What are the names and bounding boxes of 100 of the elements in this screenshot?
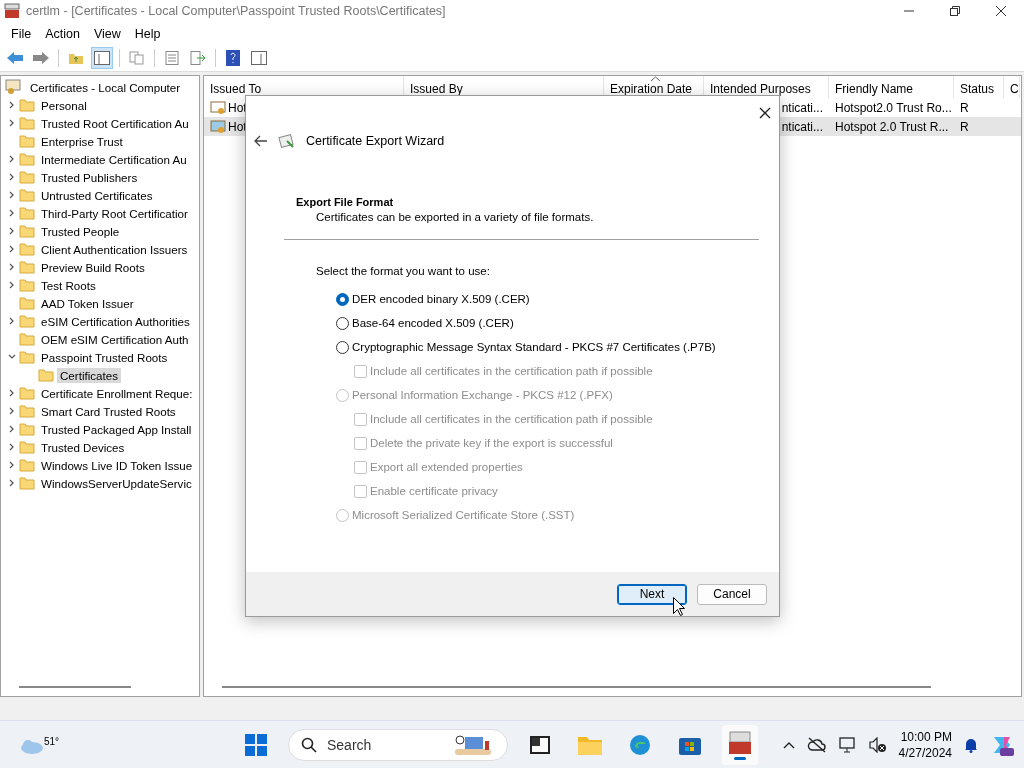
scrollbar[interactable] (222, 686, 931, 688)
clock-date[interactable]: 4/27/2024 (898, 744, 952, 761)
close-icon[interactable] (996, 6, 1006, 16)
search-field[interactable]: Search (325, 735, 445, 754)
folder-icon (19, 476, 35, 490)
option-label: DER encoded binary X.509 (.CER) (352, 293, 530, 305)
folder-icon (19, 296, 35, 310)
tree-item[interactable]: Windows Live ID Token Issue (38, 457, 196, 473)
tree-item[interactable]: Trusted Packaged App Install (38, 421, 195, 437)
option-label: Cryptographic Message Syntax Standard - PKCS #7 Certificates (.P7B) (352, 341, 716, 353)
column-header[interactable]: Friendly Name (829, 76, 954, 98)
cloud-off-icon[interactable] (806, 736, 827, 753)
menu-item[interactable]: File (4, 26, 39, 41)
table-cell: nticati... (781, 119, 823, 134)
chevron-icon[interactable] (8, 119, 16, 127)
table-row[interactable]: Hot nticati... Hotspot2.0 Trust Ro... R (204, 98, 1021, 117)
chevron-icon[interactable] (8, 101, 16, 109)
certificate-icon (210, 119, 226, 134)
section-description: Certificates can be exported in a variety of file formats. (315, 211, 595, 223)
tree-item[interactable]: Certificate Enrollment Reque: (38, 385, 196, 401)
chevron-up-icon[interactable] (782, 740, 795, 749)
tree-item[interactable]: eSIM Certification Authorities (38, 313, 193, 329)
toolbox-icon[interactable] (722, 724, 758, 765)
tree-root[interactable]: Certificates - Local Computer (27, 79, 184, 95)
bell-icon[interactable] (964, 736, 978, 753)
tree-item[interactable]: Trusted Publishers (38, 169, 141, 185)
menu-item[interactable]: View (86, 26, 128, 41)
dialog-button[interactable]: Next (617, 583, 687, 605)
folder-icon (19, 98, 35, 112)
chevron-icon[interactable] (8, 443, 16, 451)
radio-button[interactable] (336, 292, 349, 306)
chevron-icon[interactable] (8, 227, 16, 235)
restore-icon[interactable] (950, 6, 960, 16)
column-header[interactable]: C (1004, 76, 1020, 98)
radio-button[interactable] (336, 316, 349, 330)
close-icon[interactable] (759, 107, 771, 119)
tree-item[interactable]: Trusted Devices (38, 439, 128, 455)
option-label: Include all certificates in the certification path if possible (370, 413, 653, 425)
chevron-icon[interactable] (8, 209, 16, 217)
tree-item[interactable]: Smart Card Trusted Roots (38, 403, 179, 419)
chevron-icon[interactable] (8, 191, 16, 199)
option-label: Personal Information Exchange - PKCS #12 (.PFX) (352, 389, 613, 401)
chevron-icon[interactable] (8, 389, 16, 397)
option-label: Enable certificate privacy (370, 485, 498, 497)
chevron-icon[interactable] (8, 407, 16, 415)
folder-icon (19, 152, 35, 166)
chevron-icon[interactable] (8, 281, 16, 289)
tree-item[interactable]: Intermediate Certification Au (38, 151, 190, 167)
chevron-icon[interactable] (8, 245, 16, 253)
tree-item[interactable]: Trusted Root Certification Au (38, 115, 192, 131)
dialog-title: Certificate Export Wizard (306, 134, 445, 148)
table-cell: Hotspot 2.0 Trust R... (835, 119, 949, 134)
tree-item[interactable]: AAD Token Issuer (38, 295, 137, 311)
tree-item[interactable]: Passpoint Trusted Roots (38, 349, 171, 365)
tree-item[interactable]: Untrusted Certificates (38, 187, 156, 203)
radio-button[interactable] (336, 340, 349, 354)
search-bar[interactable]: Search (288, 728, 508, 761)
folder-icon (38, 368, 54, 382)
tree-item[interactable]: Preview Build Roots (38, 259, 148, 275)
table-cell: Hot (228, 100, 247, 115)
chevron-icon[interactable] (8, 425, 16, 433)
tree-item[interactable]: Personal (38, 97, 90, 113)
folder-icon (19, 314, 35, 328)
folder-icon (19, 440, 35, 454)
chevron-icon[interactable] (8, 479, 16, 487)
back-arrow-icon[interactable] (254, 135, 268, 147)
dialog-button[interactable]: Cancel (697, 583, 767, 605)
window-title: certlm - [Certificates - Local Computer\Passpoint Trusted Roots\Certificates] (26, 4, 447, 18)
tree-item[interactable]: OEM eSIM Certification Auth (38, 331, 192, 347)
clock-time[interactable]: 10:00 PM (900, 728, 952, 745)
menu-item[interactable]: Action (38, 26, 87, 41)
folder-icon (19, 332, 35, 346)
folder-icon (19, 260, 35, 274)
tree-item[interactable]: Test Roots (38, 277, 99, 293)
chevron-icon[interactable] (8, 173, 16, 181)
table-cell: nticati... (781, 100, 823, 115)
table-cell: R (960, 119, 969, 134)
table-cell: Hotspot2.0 Trust Ro... (835, 100, 952, 115)
tree-item[interactable]: Certificates (57, 367, 121, 383)
chevron-icon[interactable] (8, 263, 16, 271)
column-header[interactable]: Status (954, 76, 1004, 98)
tree-item[interactable]: Third-Party Root Certificatior (38, 205, 191, 221)
console-tree-icon[interactable] (91, 47, 113, 69)
search-icon (301, 736, 317, 753)
folder-icon (19, 170, 35, 184)
tree-item[interactable]: Enterprise Trust (38, 133, 126, 149)
speaker-muted-icon[interactable] (868, 736, 887, 753)
chevron-icon[interactable] (8, 461, 16, 469)
chevron-icon[interactable] (8, 317, 16, 325)
chevron-icon[interactable] (8, 353, 16, 361)
folder-icon (19, 278, 35, 292)
tree-item[interactable]: Client Authentication Issuers (38, 241, 191, 257)
scrollbar[interactable] (19, 686, 131, 688)
desk-drawing (453, 732, 493, 757)
monitor-icon[interactable] (838, 736, 857, 753)
tree-item[interactable]: Trusted People (38, 223, 123, 239)
chevron-icon[interactable] (8, 155, 16, 163)
tree-item[interactable]: WindowsServerUpdateServic (38, 475, 195, 491)
temperature[interactable]: 51° (44, 735, 60, 747)
menu-item[interactable]: Help (127, 26, 168, 41)
